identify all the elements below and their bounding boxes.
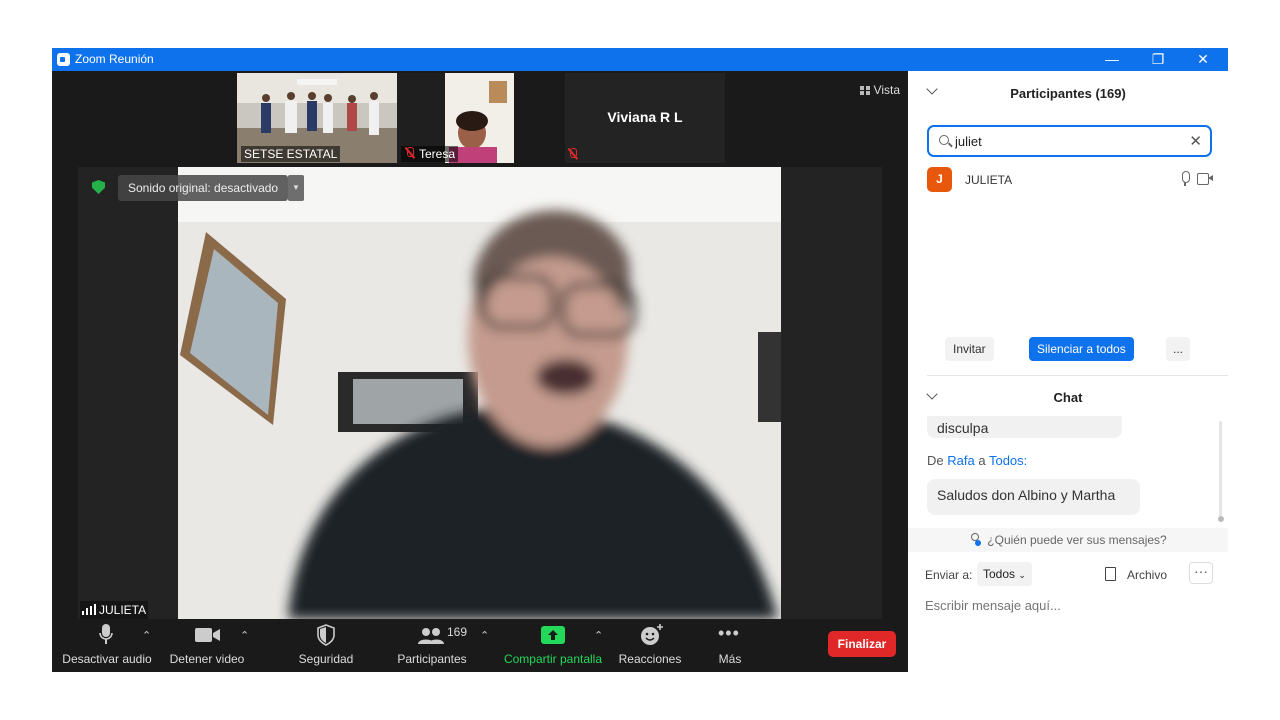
- end-meeting-button[interactable]: Finalizar: [828, 631, 896, 657]
- chat-message-bubble: Saludos don Albino y Martha: [927, 479, 1140, 515]
- thumbnail-setse-estatal[interactable]: SETSE ESTATAL: [237, 73, 397, 163]
- mute-all-button[interactable]: Silenciar a todos: [1029, 337, 1134, 361]
- participants-title: Participantes (169): [1010, 86, 1126, 101]
- speaker-video-image: [178, 167, 781, 619]
- main-video: Sonido original: desactivado ▼ JULIETA: [78, 167, 882, 619]
- participant-row[interactable]: J JULIETA: [927, 167, 1213, 193]
- speaker-video: [178, 167, 781, 619]
- audio-options-caret[interactable]: ⌃: [142, 629, 151, 642]
- invite-button[interactable]: Invitar: [945, 337, 994, 361]
- mic-muted-icon: [567, 148, 579, 160]
- share-screen-button[interactable]: Compartir pantalla: [498, 619, 608, 672]
- window-title: Zoom Reunión: [75, 52, 154, 66]
- stop-video-button[interactable]: Detener video: [164, 619, 250, 672]
- chat-header: Chat: [908, 376, 1228, 416]
- chat-message-bubble: disculpa: [927, 416, 1122, 438]
- chat-message-meta: De Rafa a Todos:: [927, 453, 1028, 468]
- video-camera-icon: [195, 628, 220, 642]
- thumbnail-name: SETSE ESTATAL: [241, 146, 341, 162]
- minimize-button[interactable]: —: [1089, 48, 1135, 71]
- mute-audio-button[interactable]: Desactivar audio: [58, 619, 156, 672]
- send-to-row: Enviar a: Todos ⌄ Archivo ···: [925, 562, 1213, 586]
- participants-count: 169: [447, 625, 468, 639]
- zoom-logo-icon: [57, 53, 70, 66]
- speaker-name-label: JULIETA: [80, 601, 149, 619]
- file-button[interactable]: Archivo: [1127, 568, 1167, 582]
- who-can-see-messages[interactable]: ¿Quién puede ver sus mensajes?: [908, 528, 1228, 552]
- participant-search[interactable]: ✕: [927, 125, 1212, 157]
- video-camera-icon[interactable]: [1197, 173, 1213, 185]
- thumbnail-viviana[interactable]: Viviana R L: [565, 73, 725, 163]
- share-screen-icon: [541, 626, 565, 644]
- send-to-label: Enviar a:: [925, 568, 973, 582]
- file-icon: [1105, 567, 1116, 581]
- chat-title: Chat: [1053, 390, 1083, 405]
- chat-message-input[interactable]: [925, 595, 1213, 615]
- title-bar: Zoom Reunión — ❐ ✕: [52, 48, 1228, 71]
- participant-name: JULIETA: [965, 173, 1013, 187]
- zoom-window: Zoom Reunión — ❐ ✕ SETSE ESTATAL Teresa …: [52, 48, 1228, 672]
- more-dots-icon: •••: [718, 623, 740, 643]
- chat-scrollbar-thumb[interactable]: [1218, 516, 1224, 522]
- signal-bars-icon: [82, 604, 96, 615]
- person-icon: [969, 533, 982, 546]
- meeting-toolbar: Desactivar audio ⌃ Detener video ⌃ Segur…: [52, 619, 908, 672]
- grid-icon: [859, 86, 870, 95]
- participants-options-caret[interactable]: ⌃: [480, 629, 489, 642]
- side-panel: Participantes (169) ✕ J JULIETA Invitar …: [908, 71, 1228, 672]
- chat-scrollbar[interactable]: [1219, 421, 1222, 521]
- reactions-button[interactable]: Reacciones: [614, 619, 686, 672]
- chevron-down-icon: ⌄: [1018, 570, 1026, 580]
- recipient-dropdown[interactable]: Todos ⌄: [977, 562, 1032, 586]
- chat-more-button[interactable]: ···: [1189, 562, 1213, 584]
- participants-icon: [418, 628, 444, 644]
- thumbnail-teresa[interactable]: Teresa: [397, 73, 514, 163]
- participants-more-button[interactable]: ...: [1166, 337, 1191, 361]
- reaction-smile-icon: [641, 624, 663, 645]
- view-button[interactable]: Vista: [859, 83, 900, 97]
- search-input[interactable]: [955, 132, 1175, 150]
- video-options-caret[interactable]: ⌃: [240, 629, 249, 642]
- sound-options-dropdown[interactable]: ▼: [288, 175, 304, 201]
- share-options-caret[interactable]: ⌃: [594, 629, 603, 642]
- avatar: J: [927, 167, 952, 192]
- thumbnail-name: Viviana R L: [607, 109, 683, 125]
- encryption-shield-icon: [92, 180, 105, 194]
- chat-messages[interactable]: disculpa De Rafa a Todos: Saludos don Al…: [908, 416, 1228, 528]
- more-button[interactable]: ••• Más: [702, 619, 758, 672]
- microphone-icon[interactable]: [1181, 171, 1190, 186]
- microphone-icon: [99, 624, 113, 644]
- participants-header: Participantes (169): [908, 71, 1228, 113]
- participants-button[interactable]: 169 Participantes: [388, 619, 476, 672]
- search-icon: [939, 135, 949, 145]
- original-sound-label[interactable]: Sonido original: desactivado: [118, 175, 289, 201]
- restore-button[interactable]: ❐: [1135, 48, 1181, 71]
- security-button[interactable]: Seguridad: [288, 619, 364, 672]
- thumbnail-name: Teresa: [401, 146, 459, 162]
- shield-icon: [317, 624, 335, 646]
- meeting-area: SETSE ESTATAL Teresa Viviana R L › Vista: [52, 71, 954, 672]
- close-button[interactable]: ✕: [1180, 48, 1226, 71]
- clear-search-icon[interactable]: ✕: [1189, 132, 1202, 150]
- mic-muted-icon: [404, 147, 416, 159]
